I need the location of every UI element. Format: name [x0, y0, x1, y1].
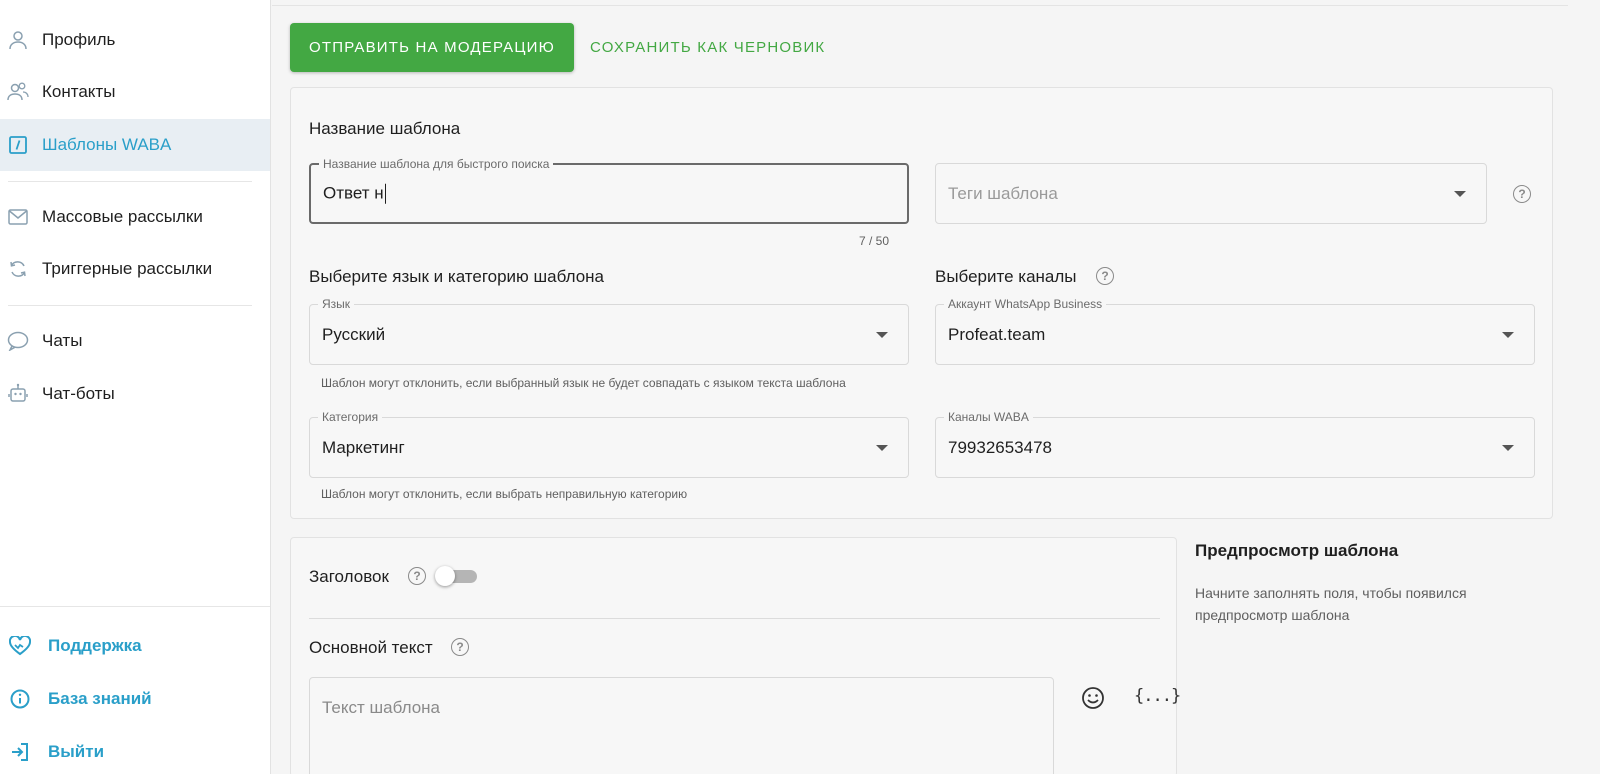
template-name-field[interactable]: Название шаблона для быстрого поиска Отв… [309, 157, 909, 224]
chevron-down-icon [876, 444, 888, 451]
sidebar-item-label: Профиль [42, 30, 116, 49]
body-text-placeholder: Текст шаблона [322, 698, 440, 717]
sidebar-item-contacts[interactable]: Контакты [0, 66, 270, 118]
category-hint: Шаблон могут отклонить, если выбрать неп… [321, 487, 688, 501]
sidebar-item-chats[interactable]: Чаты [0, 315, 270, 367]
sidebar-item-label: Поддержка [48, 636, 142, 655]
header-label: Заголовок [309, 567, 389, 586]
waba-channels-value: 79932653478 [948, 437, 1053, 457]
whatsapp-account-select[interactable]: Аккаунт WhatsApp Business Profeat.team [935, 297, 1535, 365]
help-icon[interactable]: ? [1513, 185, 1531, 203]
bot-icon [7, 383, 29, 405]
mail-icon [7, 206, 29, 228]
category-value: Маркетинг [322, 437, 405, 457]
language-value: Русский [322, 324, 386, 344]
content-divider [309, 618, 1160, 619]
chevron-down-icon [876, 331, 888, 338]
variables-icon[interactable]: {...} [1134, 686, 1181, 706]
sidebar: Профиль Контакты Шаблоны WABA Массовые р… [0, 0, 271, 774]
sidebar-item-support[interactable]: Поддержка [0, 620, 270, 672]
sidebar-item-label: Триггерные рассылки [42, 259, 213, 278]
sidebar-item-label: Выйти [48, 742, 105, 761]
help-icon[interactable]: ? [451, 638, 469, 656]
template-content-card: Заголовок ? Основной текст ? Текст шабло… [290, 537, 1181, 774]
logout-icon [9, 741, 31, 763]
language-select-label: Язык [318, 297, 355, 311]
save-draft-button[interactable]: СОХРАНИТЬ КАК ЧЕРНОВИК [590, 23, 850, 72]
sidebar-item-trigger-mailings[interactable]: Триггерные рассылки [0, 243, 270, 295]
template-tags-placeholder: Теги шаблона [948, 183, 1058, 203]
category-select-label: Категория [318, 410, 383, 424]
template-name-field-label: Название шаблона для быстрого поиска [319, 157, 554, 171]
char-counter: 7 / 50 [859, 234, 890, 248]
language-hint: Шаблон могут отклонить, если выбранный я… [321, 376, 846, 390]
template-icon [7, 134, 29, 156]
preview-title: Предпросмотр шаблона [1195, 541, 1399, 560]
sidebar-item-knowledge-base[interactable]: База знаний [0, 673, 270, 725]
top-border [272, 5, 1568, 6]
category-select[interactable]: Категория Маркетинг [309, 410, 909, 478]
sidebar-item-logout[interactable]: Выйти [0, 726, 270, 774]
help-icon[interactable]: ? [1096, 267, 1114, 285]
body-text-input[interactable]: Текст шаблона [309, 677, 1054, 774]
refresh-icon [7, 258, 29, 280]
waba-channels-select[interactable]: Каналы WABA 79932653478 [935, 410, 1535, 478]
channels-title: Выберите каналы [935, 267, 1077, 286]
language-category-title: Выберите язык и категорию шаблона [309, 267, 605, 286]
sidebar-divider [0, 606, 270, 607]
main-content: ОТПРАВИТЬ НА МОДЕРАЦИЮ СОХРАНИТЬ КАК ЧЕР… [272, 0, 1600, 774]
preview-text: Начните заполнять поля, чтобы появился п… [1195, 585, 1467, 623]
template-name-title: Название шаблона [309, 119, 461, 138]
template-settings-card: Название шаблона Название шаблона для бы… [290, 87, 1553, 519]
sidebar-divider [8, 181, 252, 182]
chat-icon [7, 330, 29, 352]
sidebar-item-waba-templates[interactable]: Шаблоны WABA [0, 119, 270, 171]
contacts-icon [7, 81, 29, 103]
language-select[interactable]: Язык Русский [309, 297, 909, 365]
header-toggle[interactable] [435, 566, 479, 586]
sidebar-divider [8, 305, 252, 306]
info-icon [9, 688, 31, 710]
sidebar-item-label: Шаблоны WABA [42, 135, 172, 154]
right-gutter [1568, 0, 1600, 774]
whatsapp-account-label: Аккаунт WhatsApp Business [944, 297, 1107, 311]
emoji-icon[interactable] [1081, 686, 1105, 710]
whatsapp-account-value: Profeat.team [948, 324, 1046, 344]
body-text-label: Основной текст [309, 638, 433, 657]
chevron-down-icon [1502, 331, 1514, 338]
toggle-knob [435, 566, 455, 586]
sidebar-item-label: Контакты [42, 82, 116, 101]
submit-moderation-button[interactable]: ОТПРАВИТЬ НА МОДЕРАЦИЮ [290, 23, 574, 72]
template-name-value: Ответ н [323, 183, 384, 203]
waba-channels-label: Каналы WABA [944, 410, 1033, 424]
support-heart-icon [9, 635, 31, 657]
user-icon [7, 29, 29, 51]
sidebar-item-label: Массовые рассылки [42, 207, 203, 226]
template-tags-select[interactable]: Теги шаблона [935, 163, 1487, 224]
sidebar-item-label: Чаты [42, 331, 83, 350]
sidebar-item-mass-mailings[interactable]: Массовые рассылки [0, 191, 270, 243]
sidebar-item-profile[interactable]: Профиль [0, 14, 270, 66]
chevron-down-icon [1502, 444, 1514, 451]
text-cursor [384, 183, 386, 204]
sidebar-item-chatbots[interactable]: Чат-боты [0, 368, 270, 420]
sidebar-item-label: Чат-боты [42, 384, 115, 403]
help-icon[interactable]: ? [408, 567, 426, 585]
sidebar-item-label: База знаний [48, 689, 152, 708]
chevron-down-icon [1454, 190, 1466, 197]
